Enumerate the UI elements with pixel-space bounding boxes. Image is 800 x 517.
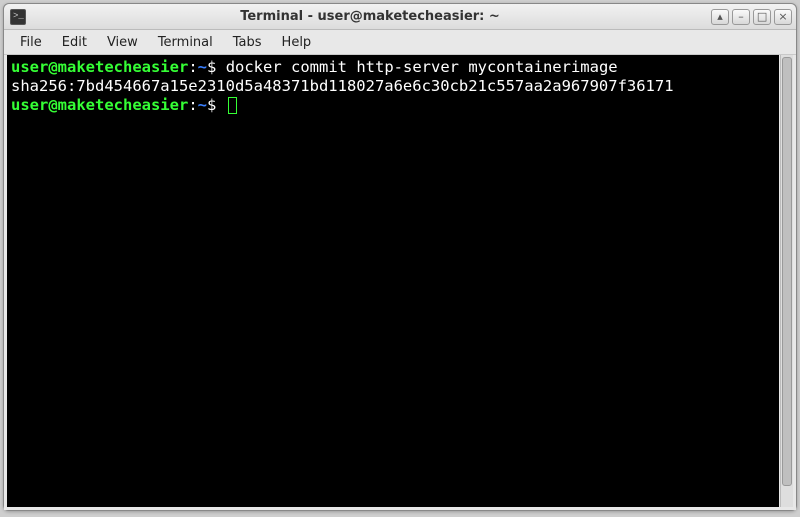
window-title: Terminal - user@maketecheasier: ~ (240, 9, 500, 24)
minimize-button[interactable]: – (732, 9, 750, 25)
menu-terminal[interactable]: Terminal (148, 32, 223, 53)
menu-view[interactable]: View (97, 32, 148, 53)
terminal-app-icon (10, 9, 26, 25)
terminal-window: Terminal - user@maketecheasier: ~ ▴ – □ … (3, 3, 797, 511)
menu-file[interactable]: File (10, 32, 52, 53)
close-button[interactable]: × (774, 9, 792, 25)
shade-up-button[interactable]: ▴ (711, 9, 729, 25)
menu-edit[interactable]: Edit (52, 32, 97, 53)
scrollbar[interactable] (780, 55, 793, 507)
terminal-output[interactable]: user@maketecheasier:~$ docker commit htt… (7, 55, 779, 507)
titlebar[interactable]: Terminal - user@maketecheasier: ~ ▴ – □ … (4, 4, 796, 30)
menu-help[interactable]: Help (272, 32, 322, 53)
cursor (228, 97, 237, 114)
menubar: File Edit View Terminal Tabs Help (4, 30, 796, 55)
scrollbar-thumb[interactable] (782, 57, 792, 486)
maximize-button[interactable]: □ (753, 9, 771, 25)
menu-tabs[interactable]: Tabs (223, 32, 272, 53)
